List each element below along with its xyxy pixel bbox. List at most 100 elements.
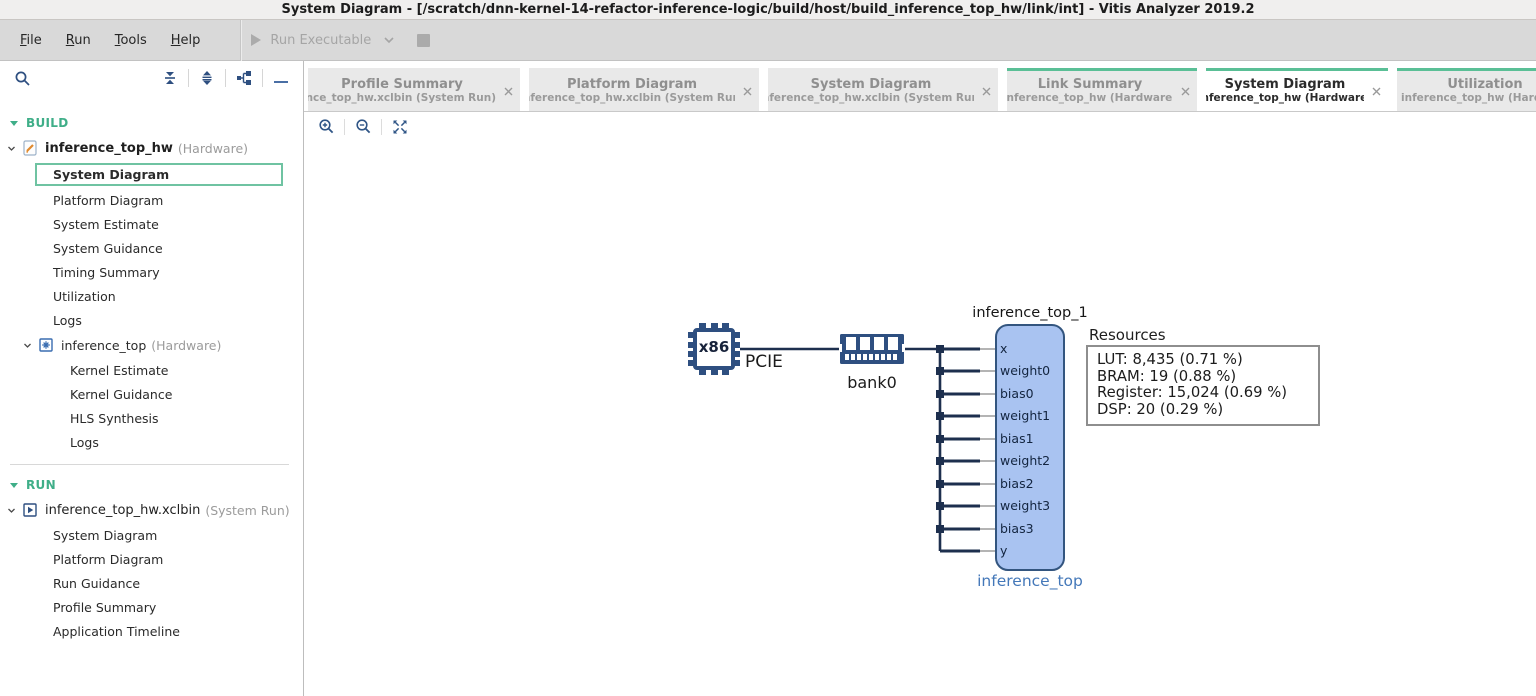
resource-lut: LUT: 8,435 (0.71 %): [1097, 352, 1309, 369]
tab-title: Platform Diagram: [529, 77, 735, 92]
tree-item-system-diagram-selected[interactable]: System Diagram: [35, 163, 283, 186]
tab-title: Link Summary: [1007, 77, 1173, 92]
resources-box: LUT: 8,435 (0.71 %) BRAM: 19 (0.88 %) Re…: [1086, 345, 1320, 426]
tab-strip: Profile Summary inference_top_hw.xclbin …: [304, 61, 1536, 112]
tree-node-type: (Hardware): [178, 141, 248, 156]
tree-item-run-platform-diagram[interactable]: Platform Diagram: [0, 547, 303, 571]
tree-node-label: inference_top_hw: [45, 141, 173, 156]
port-bias1: bias1: [1000, 431, 1062, 446]
port-stubs: [980, 349, 997, 551]
collapse-all-icon[interactable]: [160, 68, 180, 88]
tab-utilization[interactable]: Utilization inference_top_hw (Hardware): [1397, 68, 1536, 111]
tab-subtitle: inference_top_hw (Hardware): [1007, 92, 1173, 104]
tab-platform-diagram[interactable]: Platform Diagram inference_top_hw.xclbin…: [529, 68, 759, 111]
hardware-build-icon: [23, 140, 37, 156]
tree-item-run-guidance[interactable]: Run Guidance: [0, 571, 303, 595]
tree-item-run-system-diagram[interactable]: System Diagram: [0, 523, 303, 547]
port-bias3: bias3: [1000, 521, 1062, 536]
expand-all-icon[interactable]: [197, 68, 217, 88]
tree-node-xclbin[interactable]: inference_top_hw.xclbin (System Run): [0, 497, 303, 523]
port-x: x: [1000, 341, 1062, 356]
run-executable-button[interactable]: Run Executable: [251, 33, 395, 48]
tree-node-inference-top[interactable]: inference_top (Hardware): [0, 332, 303, 358]
zoom-out-icon[interactable]: [353, 117, 373, 137]
kernel-name-label[interactable]: inference_top: [950, 572, 1110, 590]
resource-bram: BRAM: 19 (0.88 %): [1097, 369, 1309, 386]
tree-item-timing-summary[interactable]: Timing Summary: [0, 260, 303, 284]
run-executable-label: Run Executable: [270, 33, 371, 48]
zoom-in-icon[interactable]: [316, 117, 336, 137]
diagram-graphics: [304, 141, 1536, 696]
kernel-gear-icon: [39, 338, 53, 352]
menu-help[interactable]: Help: [159, 27, 213, 54]
stop-icon[interactable]: [417, 34, 430, 47]
tree-item-run-profile-summary[interactable]: Profile Summary: [0, 595, 303, 619]
tree-item-kernel-logs[interactable]: Logs: [0, 430, 303, 454]
diagram-toolbar: [304, 112, 1536, 141]
minimize-icon[interactable]: [271, 68, 291, 88]
close-icon[interactable]: [1364, 87, 1388, 96]
port-weight3: weight3: [1000, 498, 1062, 513]
tree-item-logs[interactable]: Logs: [0, 308, 303, 332]
zoom-fit-icon[interactable]: [390, 117, 410, 137]
port-weight0: weight0: [1000, 363, 1062, 378]
kernel-instance-label: inference_top_1: [950, 305, 1110, 321]
report-navigator-sidebar: BUILD inference_top_hw (Hardware) System…: [0, 61, 304, 696]
memory-bank-icon[interactable]: [839, 334, 905, 364]
toolbar-divider: [344, 119, 345, 135]
port-bias0: bias0: [1000, 386, 1062, 401]
search-icon[interactable]: [12, 68, 32, 88]
triangle-down-icon[interactable]: [10, 483, 18, 488]
tree-item-system-guidance[interactable]: System Guidance: [0, 236, 303, 260]
port-bias2: bias2: [1000, 476, 1062, 491]
tree-node-label: inference_top: [61, 338, 146, 353]
tree-item-system-estimate[interactable]: System Estimate: [0, 212, 303, 236]
tab-link-summary[interactable]: Link Summary inference_top_hw (Hardware): [1007, 68, 1197, 111]
tab-profile-summary[interactable]: Profile Summary inference_top_hw.xclbin …: [308, 68, 520, 111]
tree-item-application-timeline[interactable]: Application Timeline: [0, 619, 303, 643]
pcie-label: PCIE: [745, 352, 783, 372]
tree-node-type: (Hardware): [151, 338, 221, 353]
tree-item-hls-synthesis[interactable]: HLS Synthesis: [0, 406, 303, 430]
toolbar-divider: [262, 69, 263, 87]
window-title: System Diagram - [/scratch/dnn-kernel-14…: [281, 2, 1254, 17]
tab-subtitle: inference_top_hw.xclbin (System Run): [308, 92, 496, 104]
tab-subtitle: inference_top_hw.xclbin (System Run): [768, 92, 974, 104]
system-diagram-canvas[interactable]: x86 PCIE bank0 inference_top_1 inference…: [304, 141, 1536, 696]
chevron-down-icon[interactable]: [22, 340, 33, 351]
run-section-header: RUN: [0, 473, 303, 497]
close-icon[interactable]: [496, 87, 520, 96]
tree-node-inference-top-hw[interactable]: inference_top_hw (Hardware): [0, 135, 303, 161]
triangle-down-icon[interactable]: [10, 121, 18, 126]
tree-item-utilization[interactable]: Utilization: [0, 284, 303, 308]
wire-junctions: [936, 345, 944, 533]
port-y: y: [1000, 543, 1062, 558]
resources-title: Resources: [1089, 326, 1166, 344]
tree-node-type: (System Run): [205, 503, 289, 518]
tab-title: Utilization: [1397, 77, 1536, 92]
toolbar-divider: [188, 69, 189, 87]
chevron-down-icon[interactable]: [6, 505, 17, 516]
cpu-label: x86: [688, 338, 740, 356]
close-icon[interactable]: [974, 87, 998, 96]
tree-item-platform-diagram[interactable]: Platform Diagram: [0, 188, 303, 212]
menu-file[interactable]: File: [8, 27, 54, 54]
tab-subtitle: inference_top_hw (Hardware): [1206, 92, 1364, 104]
menu-tools[interactable]: Tools: [103, 27, 159, 54]
close-icon[interactable]: [1173, 87, 1197, 96]
chevron-down-icon[interactable]: [6, 143, 17, 154]
tree-item-kernel-estimate[interactable]: Kernel Estimate: [0, 358, 303, 382]
tab-system-diagram-run[interactable]: System Diagram inference_top_hw.xclbin (…: [768, 68, 998, 111]
tab-subtitle: inference_top_hw.xclbin (System Run): [529, 92, 735, 104]
tree-item-kernel-guidance[interactable]: Kernel Guidance: [0, 382, 303, 406]
tree-node-label: inference_top_hw.xclbin: [45, 503, 200, 518]
port-weight2: weight2: [1000, 453, 1062, 468]
sidebar-toolbar: [0, 61, 303, 95]
tab-system-diagram-hw-active[interactable]: System Diagram inference_top_hw (Hardwar…: [1206, 68, 1388, 111]
hierarchy-icon[interactable]: [234, 68, 254, 88]
menu-run[interactable]: Run: [54, 27, 103, 54]
close-icon[interactable]: [735, 87, 759, 96]
chevron-down-icon[interactable]: [383, 36, 395, 44]
resource-dsp: DSP: 20 (0.29 %): [1097, 402, 1309, 419]
window-title-bar: System Diagram - [/scratch/dnn-kernel-14…: [0, 0, 1536, 20]
